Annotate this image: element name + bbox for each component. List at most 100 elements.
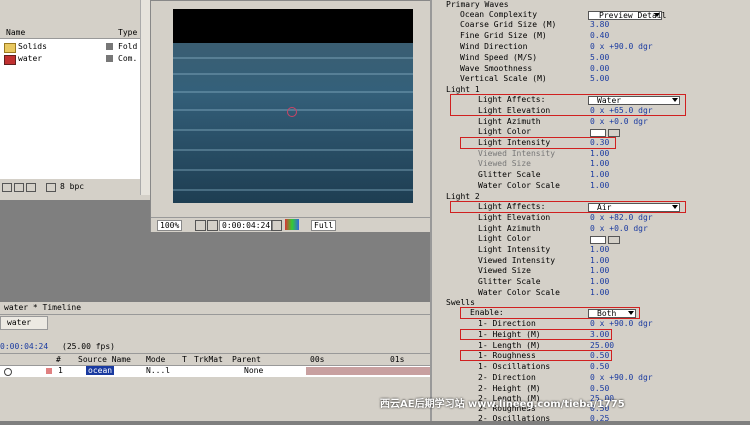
light1-affects-row: Light Affects: Water [432,95,750,106]
param-row: Wind Direction 0 x +90.0 dgr [460,42,653,53]
param-row: Wind Speed (M/S) 5.00 [460,53,610,64]
ocean-complexity-dropdown[interactable]: Preview Detail [588,11,666,20]
param-row: Light Color [432,234,750,245]
param-value[interactable]: 3.80 [590,20,609,31]
layer-number: 1 [58,366,63,375]
param-row: 2- Direction 0 x +90.0 dgr [478,373,653,384]
param-row: Water Color Scale 1.00 [478,181,610,192]
project-item-solids[interactable]: Solids Fold [0,41,140,53]
param-value[interactable]: 1.00 [590,159,609,170]
ocean-render [173,43,413,203]
param-value[interactable]: 0.30 [590,138,609,149]
safe-zones-icon[interactable] [195,220,206,231]
light2-affects-dropdown[interactable]: Air [588,203,680,212]
layer-name[interactable]: ocean [86,366,115,375]
col-number[interactable]: # [56,355,61,364]
current-time-display[interactable]: 0:00:04:24 [219,220,274,231]
workspace-background [0,232,430,302]
folder-icon [4,43,16,53]
param-value[interactable]: 0 x +90.0 dgr [590,373,653,384]
item-type: Com. [118,54,138,63]
param-value[interactable]: 0 x +82.0 dgr [590,213,653,224]
param-value[interactable]: 0.50 [590,362,609,373]
param-row: Fine Grid Size (M) 0.40 [460,31,610,42]
param-row: 1- Roughness 0.50 [478,351,610,362]
param-row: Light Intensity 0.30 [478,138,610,149]
label-color-swatch[interactable] [46,368,52,374]
param-value[interactable]: 0.50 [590,351,609,362]
col-trkmat[interactable]: TrkMat [194,355,223,364]
param-value[interactable]: 1.00 [590,245,609,256]
show-channel-icon[interactable] [271,220,282,231]
watermark-text: 西云AE后期学习站 www.lineeg.com/tieba/1775 [380,399,625,410]
light2-affects-row: Light Affects: Air [432,202,750,213]
ruler-00s: 00s [310,355,325,364]
param-value[interactable]: 0.25 [590,414,609,425]
composition-toolbar: 100% 0:00:04:24 Full [151,217,431,232]
color-swatch[interactable] [590,236,606,244]
project-scrollbar[interactable] [140,0,150,195]
composition-viewer[interactable] [173,9,413,203]
composition-panel: 100% 0:00:04:24 Full [150,0,432,234]
new-composition-icon[interactable] [26,183,36,192]
layer-duration-bar[interactable] [306,367,430,375]
param-value[interactable]: 3.00 [590,330,609,341]
col-mode[interactable]: Mode [146,355,165,364]
param-row: Coarse Grid Size (M) 3.80 [460,20,610,31]
tab-water[interactable]: water [0,316,48,330]
anchor-point-icon[interactable] [287,107,297,117]
col-source-name[interactable]: Source Name [78,355,131,364]
swells-enable-row: Enable: Both [432,308,750,319]
timeline-title: water * Timeline [4,303,82,312]
new-folder-icon[interactable] [14,183,24,192]
column-name[interactable]: Name [6,28,25,37]
layer-mode[interactable]: N...l [146,366,170,375]
col-t[interactable]: T [182,355,187,364]
item-name: Solids [18,42,47,51]
param-row: 1- Oscillations 0.50 [478,362,610,373]
param-row: Glitter Scale 1.00 [478,170,610,181]
timeline-title-bar: water * Timeline [0,302,430,315]
param-value[interactable]: 1.00 [590,181,609,192]
eyedropper-icon[interactable] [608,129,620,137]
composition-icon [4,55,16,65]
project-column-header: Name Type [0,28,140,39]
chevron-down-icon [628,311,634,315]
swells-enable-dropdown[interactable]: Both [588,309,636,318]
label-color-swatch [106,55,113,62]
param-value[interactable]: 0.40 [590,31,609,42]
layer-parent[interactable]: None [244,366,263,375]
param-row: Light Elevation 0 x +82.0 dgr [478,213,653,224]
param-value[interactable]: 1.00 [590,277,609,288]
param-value[interactable]: 1.00 [590,266,609,277]
zoom-dropdown[interactable]: 100% [157,220,183,231]
layer-row[interactable]: 1 ocean N...l None [0,365,430,377]
project-footer: 8 bpc [0,182,140,192]
trash-icon[interactable] [46,183,56,192]
param-value[interactable]: 0 x +65.0 dgr [590,106,653,117]
param-row: 1- Height (M) 3.00 [478,330,610,341]
visibility-icon[interactable] [4,368,12,376]
param-value[interactable]: 5.00 [590,53,609,64]
interpret-footage-icon[interactable] [2,183,12,192]
eyedropper-icon[interactable] [608,236,620,244]
project-item-water[interactable]: water Com. [0,53,140,65]
timeline-fps: (25.00 fps) [62,342,115,351]
color-channel-icon[interactable] [285,219,299,230]
param-row: Vertical Scale (M) 5.00 [460,74,610,85]
snapshot-icon[interactable] [207,220,218,231]
resolution-dropdown[interactable]: Full [311,220,337,231]
chevron-down-icon [672,205,678,209]
item-name: water [18,54,43,63]
col-parent[interactable]: Parent [232,355,261,364]
color-swatch[interactable] [590,129,606,137]
bpc-button[interactable]: 8 bpc [60,182,84,191]
timeline-current-time[interactable]: 0:00:04:24 [0,342,48,352]
tab-label: water [7,318,32,327]
param-value[interactable]: 5.00 [590,74,609,85]
param-value[interactable]: 0 x +90.0 dgr [590,42,653,53]
param-row: Light Elevation 0 x +65.0 dgr [478,106,653,117]
param-value[interactable]: 1.00 [590,170,609,181]
light1-affects-dropdown[interactable]: Water [588,96,680,105]
column-type[interactable]: Type [118,28,137,37]
